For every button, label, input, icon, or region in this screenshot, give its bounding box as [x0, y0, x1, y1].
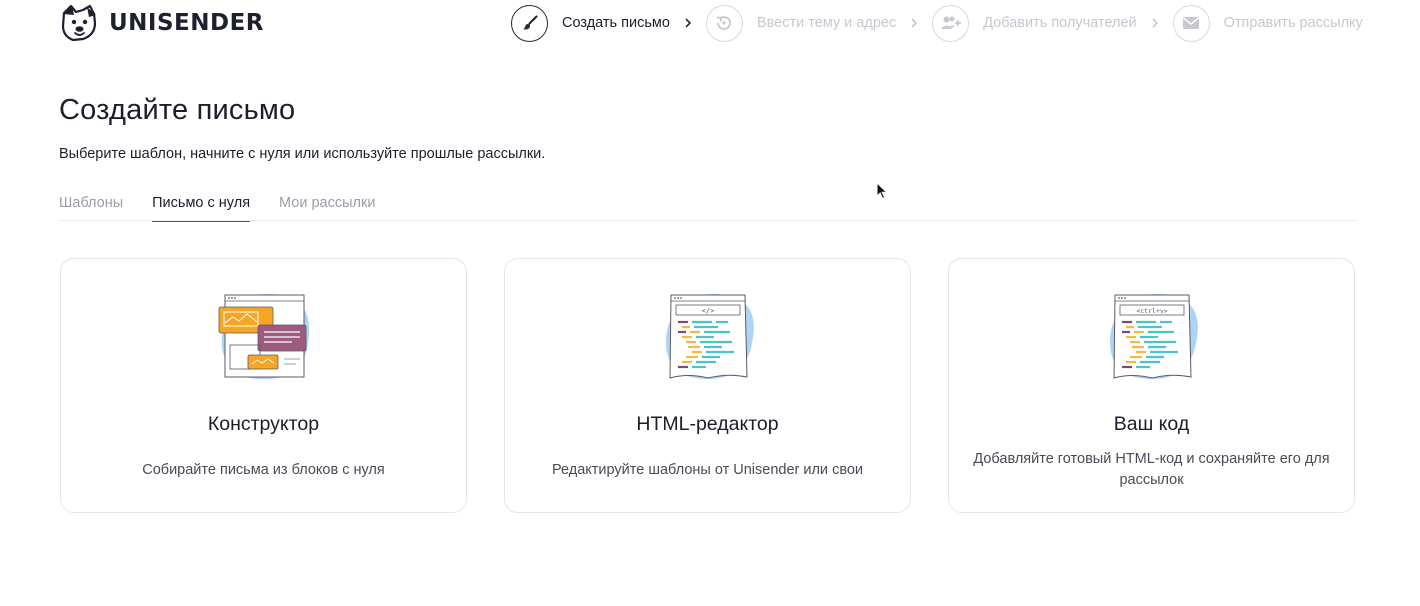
step-label: Добавить получателей	[983, 15, 1137, 31]
card-html-editor[interactable]: </> HTML-редактор Редактируйте шаблоны о…	[504, 258, 911, 513]
step-send-campaign[interactable]: Отправить рассылку	[1172, 4, 1363, 42]
step-add-recipients[interactable]: Добавить получателей	[932, 4, 1137, 42]
page-subtitle: Выберите шаблон, начните с нуля или испо…	[59, 146, 546, 162]
add-user-icon	[940, 16, 961, 29]
card-constructor[interactable]: Конструктор Собирайте письма из блоков с…	[60, 258, 467, 513]
card-your-code[interactable]: <ctrl+v> Ваш код Добавляйте готовый HTML…	[948, 258, 1355, 513]
step-create-letter[interactable]: Создать письмо	[511, 4, 670, 42]
step-label: Ввести тему и адрес	[756, 15, 897, 31]
card-title: Ваш код	[1113, 413, 1190, 435]
step-subject-address[interactable]: Ввести тему и адрес	[705, 4, 897, 42]
tab-from-scratch[interactable]: Письмо с нуля	[152, 188, 250, 222]
chevron-right-icon	[911, 18, 918, 28]
card-description: Добавляйте готовый HTML-код и сохраняйте…	[973, 451, 1330, 488]
top-header: UNISENDER Создать письмо Ввести тему и а…	[0, 0, 1420, 46]
dog-logo-icon	[61, 4, 97, 42]
chevron-right-icon	[1152, 18, 1158, 28]
brush-icon	[522, 15, 538, 30]
brand-name: UNISENDER	[109, 10, 265, 36]
step-label: Создать письмо	[562, 15, 670, 31]
envelope-icon	[1183, 17, 1200, 29]
card-description: Собирайте письма из блоков с нуля	[142, 462, 385, 478]
card-description: Редактируйте шаблоны от Unisender или св…	[551, 462, 864, 478]
svg-text:<ctrl+v>: <ctrl+v>	[1136, 307, 1167, 315]
constructor-illustration-icon	[218, 293, 309, 380]
progress-steps: Создать письмо Ввести тему и адрес Добав…	[511, 4, 1363, 42]
tab-my-campaigns[interactable]: Мои рассылки	[279, 188, 375, 221]
tab-templates[interactable]: Шаблоны	[59, 188, 123, 221]
svg-text:</>: </>	[701, 307, 714, 315]
html-editor-illustration-icon: </>	[665, 293, 754, 379]
paste-code-illustration-icon: <ctrl+v>	[1109, 293, 1198, 379]
mouse-cursor-icon	[876, 182, 888, 200]
subject-icon	[717, 16, 732, 30]
unisender-logo[interactable]: UNISENDER	[59, 4, 264, 42]
step-label: Отправить рассылку	[1223, 15, 1363, 31]
mode-tabs: Шаблоны Письмо с нуля Мои рассылки	[59, 188, 1356, 222]
card-title: Конструктор	[207, 413, 320, 435]
card-title: HTML-редактор	[636, 413, 779, 435]
page-title: Создайте письмо	[59, 94, 296, 126]
chevron-right-icon	[685, 18, 692, 28]
